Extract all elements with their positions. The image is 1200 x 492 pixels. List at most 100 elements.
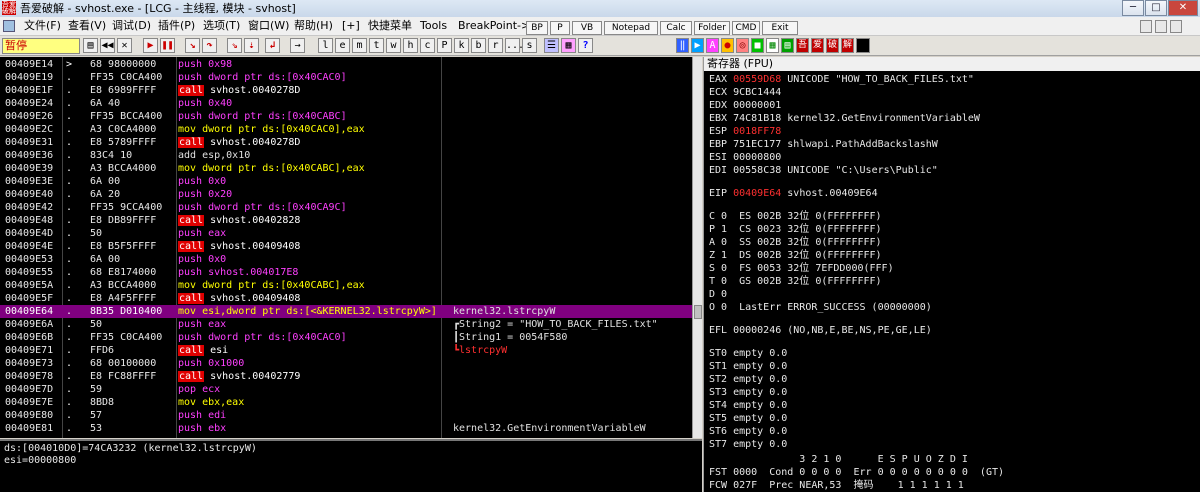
- run-trace-button[interactable]: ...: [505, 38, 524, 53]
- flag-row[interactable]: T 0 GS 002B 32位 0(FFFFFFFF): [709, 275, 882, 288]
- fpu-row[interactable]: ST7 empty 0.0: [709, 438, 787, 451]
- disasm-row[interactable]: 00409E64. 8B35 D010400 mov esi,dword ptr d…: [0, 305, 692, 318]
- menu-debug[interactable]: 调试(D): [110, 17, 153, 35]
- fpu-row[interactable]: ST5 empty 0.0: [709, 412, 787, 425]
- minimize-button[interactable]: ─: [1122, 0, 1144, 16]
- run-icon[interactable]: ▶: [143, 38, 158, 53]
- plugin-icon-a[interactable]: A: [706, 38, 719, 53]
- patches-button[interactable]: P: [437, 38, 452, 53]
- wuai-icon-3[interactable]: 破: [826, 38, 839, 53]
- flag-row[interactable]: A 0 SS 002B 32位 0(FFFFFFFF): [709, 236, 882, 249]
- system-menu-icon[interactable]: [3, 20, 15, 32]
- register-row[interactable]: ESP 0018FF78: [709, 125, 781, 138]
- register-row[interactable]: EAX 00559D68 UNICODE "HOW_TO_BACK_FILES.…: [709, 73, 974, 86]
- disasm-row[interactable]: 00409E4E. E8 B5F5FFFF call svhost.00409408: [0, 240, 692, 253]
- disasm-row[interactable]: 00409E39. A3 BCCA4000 mov dword ptr ds:[0x…: [0, 162, 692, 175]
- step-over-icon[interactable]: ↷: [202, 38, 217, 53]
- fpu-row[interactable]: ST0 empty 0.0: [709, 347, 787, 360]
- menu-shortcuts[interactable]: 快捷菜单: [366, 17, 414, 35]
- disasm-row[interactable]: 00409E19. FF35 C0CA400 push dword ptr ds:[…: [0, 71, 692, 84]
- disasm-row[interactable]: 00409E14 >68 98000000 push 0x98: [0, 58, 692, 71]
- record-icon[interactable]: ●: [721, 38, 734, 53]
- call-stack-button[interactable]: k: [454, 38, 469, 53]
- execute-till-return-icon[interactable]: ↲: [265, 38, 280, 53]
- close-button[interactable]: ✕: [1168, 0, 1198, 16]
- disasm-row[interactable]: 00409E31. E8 5789FFFF call svhost.0040278D: [0, 136, 692, 149]
- fpu-row[interactable]: ST1 empty 0.0: [709, 360, 787, 373]
- menu-file[interactable]: 文件(F): [22, 17, 63, 35]
- menu-breakpoint[interactable]: BreakPoint->: [456, 17, 532, 35]
- vb-button[interactable]: VB: [572, 21, 602, 35]
- disasm-row[interactable]: 00409E5A. A3 BCCA4000 mov dword ptr ds:[0x…: [0, 279, 692, 292]
- windows-button[interactable]: w: [386, 38, 401, 53]
- registers-pane[interactable]: 寄存器 (FPU) EAX 00559D68 UNICODE "HOW_TO_B…: [703, 57, 1200, 492]
- register-row[interactable]: EIP 00409E64 svhost.00409E64: [709, 187, 878, 200]
- flag-row[interactable]: O 0 LastErr ERROR_SUCCESS (00000000): [709, 301, 932, 314]
- executable-modules-button[interactable]: e: [335, 38, 350, 53]
- disasm-row[interactable]: 00409E3E. 6A 00 push 0x0: [0, 175, 692, 188]
- goto-address-icon[interactable]: →: [290, 38, 305, 53]
- menu-plus[interactable]: [+]: [340, 17, 362, 35]
- disasm-row[interactable]: 00409E42. FF35 9CCA400 push dword ptr ds:[…: [0, 201, 692, 214]
- restart-icon[interactable]: ◀◀: [100, 38, 115, 53]
- plugin-icon-square[interactable]: ■: [751, 38, 764, 53]
- menu-help[interactable]: 帮助(H): [292, 17, 335, 35]
- trace-into-icon[interactable]: ⇘: [227, 38, 242, 53]
- log-window-button[interactable]: l: [318, 38, 333, 53]
- menu-window[interactable]: 窗口(W): [246, 17, 291, 35]
- source-button[interactable]: s: [522, 38, 537, 53]
- disasm-row[interactable]: 00409E7D. 59 pop ecx: [0, 383, 692, 396]
- scrollbar-thumb[interactable]: [694, 305, 702, 319]
- disasm-row[interactable]: 00409E78. E8 FC88FFFF call svhost.00402779: [0, 370, 692, 383]
- flag-row[interactable]: S 0 FS 0053 32位 7EFDD000(FFF): [709, 262, 894, 275]
- fpu-row[interactable]: ST3 empty 0.0: [709, 386, 787, 399]
- close-process-icon[interactable]: ✕: [117, 38, 132, 53]
- menu-tools[interactable]: Tools: [418, 17, 449, 35]
- mdi-restore-button[interactable]: [1155, 20, 1167, 33]
- disasm-row[interactable]: 00409E6B. FF35 C0CA400 push dword ptr ds:[…: [0, 331, 692, 344]
- disasm-row[interactable]: 00409E24. 6A 40 push 0x40: [0, 97, 692, 110]
- disasm-row[interactable]: 00409E2C. A3 C0CA4000 mov dword ptr ds:[0x…: [0, 123, 692, 136]
- disasm-row[interactable]: 00409E6A. 50 push eax ┏String2 = "HOW_TO_BA…: [0, 318, 692, 331]
- flag-row[interactable]: C 0 ES 002B 32位 0(FFFFFFFF): [709, 210, 882, 223]
- target-icon[interactable]: ◎: [736, 38, 749, 53]
- notepad-button[interactable]: Notepad: [604, 21, 658, 35]
- disasm-row[interactable]: 00409E1F. E8 6989FFFF call svhost.0040278D: [0, 84, 692, 97]
- p-button[interactable]: P: [550, 21, 570, 35]
- menu-view[interactable]: 查看(V): [66, 17, 108, 35]
- fpu-row[interactable]: ST6 empty 0.0: [709, 425, 787, 438]
- menu-options[interactable]: 选项(T): [201, 17, 242, 35]
- flag-row[interactable]: D 0: [709, 288, 727, 301]
- plugin-icon-grid[interactable]: ▤: [781, 38, 794, 53]
- cmd-button[interactable]: CMD: [732, 21, 760, 35]
- flag-row[interactable]: P 1 CS 0023 32位 0(FFFFFFFF): [709, 223, 882, 236]
- cpu-button[interactable]: c: [420, 38, 435, 53]
- plugin-icon-2[interactable]: ▶: [691, 38, 704, 53]
- disasm-row[interactable]: 00409E48. E8 DB89FFFF call svhost.00402828: [0, 214, 692, 227]
- register-row[interactable]: ESI 00000800: [709, 151, 781, 164]
- disasm-row[interactable]: 00409E5F. E8 A4F5FFFF call svhost.00409408: [0, 292, 692, 305]
- handles-button[interactable]: h: [403, 38, 418, 53]
- register-row[interactable]: ECX 9CBC1444: [709, 86, 781, 99]
- trace-over-icon[interactable]: ⇣: [244, 38, 259, 53]
- registers-header[interactable]: 寄存器 (FPU): [704, 57, 1200, 71]
- disasm-row[interactable]: 00409E4D. 50 push eax: [0, 227, 692, 240]
- exit-button[interactable]: Exit: [762, 21, 798, 35]
- calc-icon[interactable]: ▦: [766, 38, 779, 53]
- disasm-row[interactable]: 00409E36. 83C4 10 add esp,0x10: [0, 149, 692, 162]
- bp-button[interactable]: BP: [526, 21, 548, 35]
- threads-button[interactable]: t: [369, 38, 384, 53]
- disasm-row[interactable]: 00409E40. 6A 20 push 0x20: [0, 188, 692, 201]
- flag-row[interactable]: Z 1 DS 002B 32位 0(FFFFFFFF): [709, 249, 882, 262]
- references-button[interactable]: r: [488, 38, 503, 53]
- info-pane[interactable]: ds:[004010D0]=74CA3232 (kernel32.lstrcpy…: [0, 439, 702, 492]
- menu-plugins[interactable]: 插件(P): [156, 17, 197, 35]
- disasm-row[interactable]: 00409E26. FF35 BCCA400 push dword ptr ds:[…: [0, 110, 692, 123]
- mdi-close-button[interactable]: [1170, 20, 1182, 33]
- folder-button[interactable]: Folder: [694, 21, 730, 35]
- maximize-button[interactable]: □: [1145, 0, 1167, 16]
- grid-icon[interactable]: ▦: [561, 38, 576, 53]
- calc-button[interactable]: Calc: [660, 21, 692, 35]
- register-row[interactable]: EBP 751EC177 shlwapi.PathAddBackslashW: [709, 138, 938, 151]
- disasm-row[interactable]: 00409E73. 68 00100000 push 0x1000: [0, 357, 692, 370]
